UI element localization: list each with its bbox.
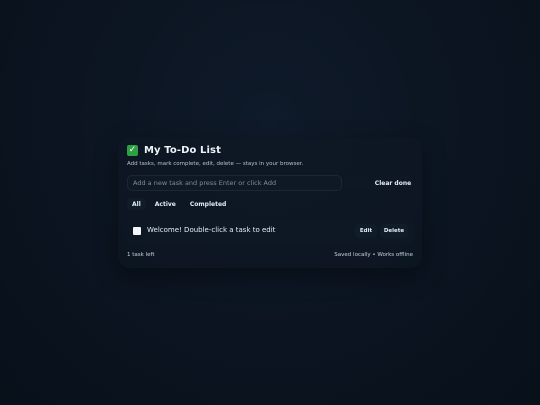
- filter-active-tab[interactable]: Active: [150, 198, 181, 210]
- task-checkbox[interactable]: [133, 227, 141, 235]
- tasks-left-count: 1 task left: [127, 252, 155, 258]
- task-row[interactable]: Welcome! Double-click a task to edit Edi…: [127, 219, 414, 243]
- edit-button[interactable]: Edit: [355, 224, 377, 238]
- filter-tabs: All Active Completed: [127, 198, 231, 210]
- new-task-input[interactable]: [127, 175, 342, 191]
- add-button[interactable]: [344, 176, 370, 190]
- delete-button[interactable]: Delete: [380, 224, 408, 238]
- title-row: ✓ My To-Do List: [127, 145, 221, 156]
- filter-completed-tab[interactable]: Completed: [185, 198, 231, 210]
- task-text[interactable]: Welcome! Double-click a task to edit: [147, 226, 275, 234]
- clear-done-button[interactable]: Clear done: [372, 176, 414, 190]
- page-subtitle: Add tasks, mark complete, edit, delete —…: [127, 161, 304, 167]
- filter-all-tab[interactable]: All: [127, 198, 146, 210]
- storage-note: Saved locally • Works offline: [334, 252, 413, 258]
- check-mark-button-icon: ✓: [127, 145, 138, 156]
- page-title: My To-Do List: [144, 145, 221, 156]
